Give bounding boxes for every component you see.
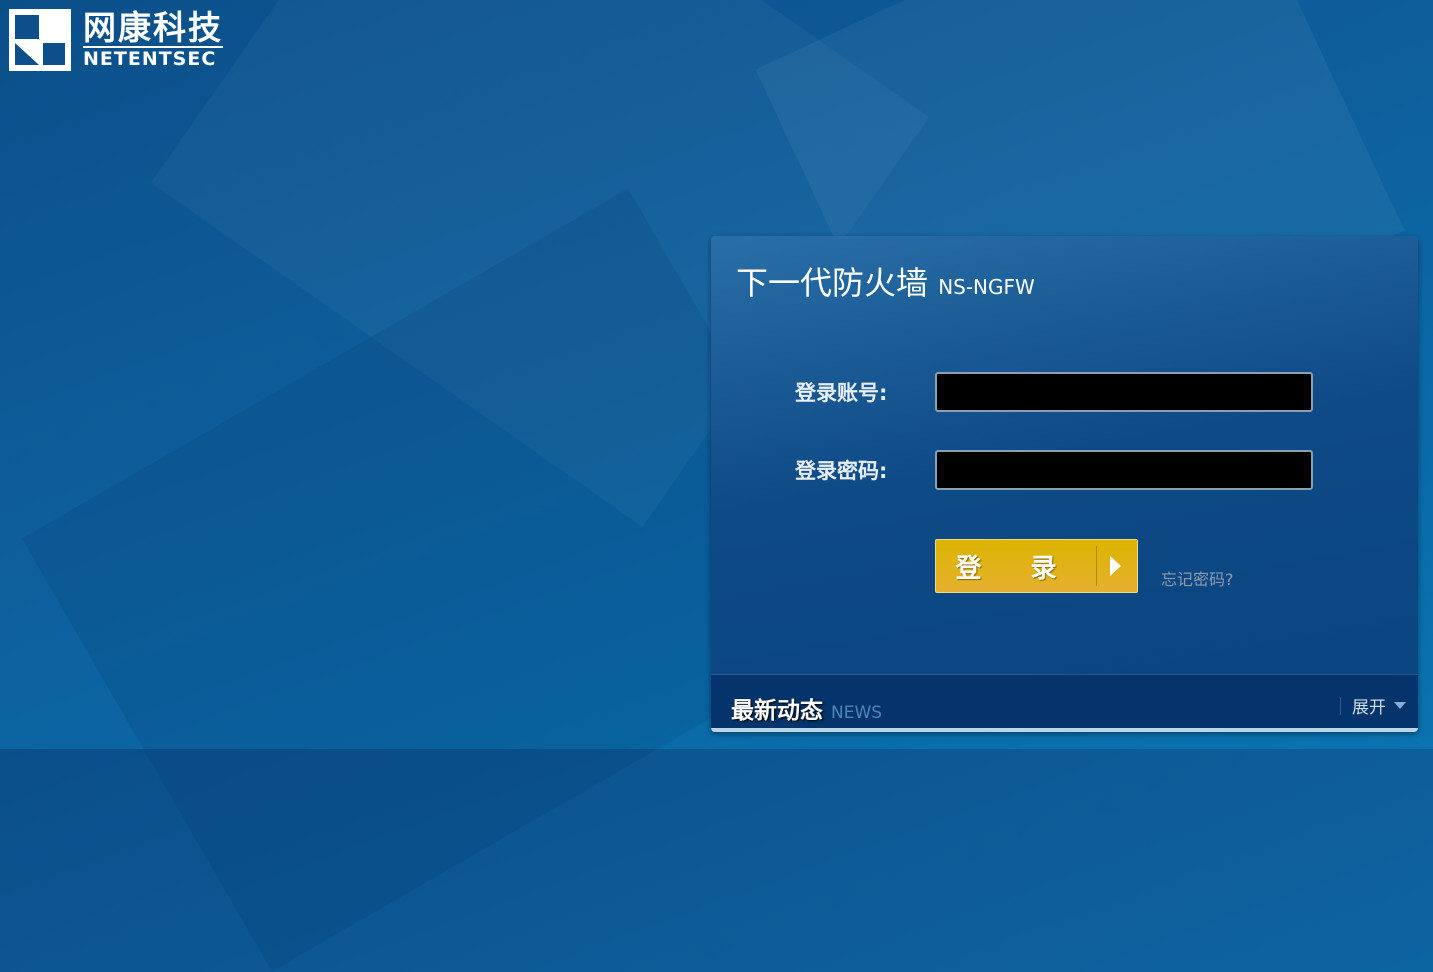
username-label: 登录账号: (795, 381, 888, 405)
password-row: 登录密码: (795, 450, 1313, 490)
login-panel: 下一代防火墙 NS-NGFW 登录账号: 登录密码: 登 录 忘记密码? 最新动… (711, 236, 1418, 732)
button-divider (1096, 546, 1097, 586)
brand-name-en: NETENTSEC (83, 46, 223, 70)
brand-logo: 网康科技 NETENTSEC (9, 9, 223, 71)
login-button-label: 登 录 (955, 553, 1077, 584)
news-title: 最新动态 NEWS (731, 691, 882, 725)
divider (1340, 696, 1341, 715)
product-title: 下一代防火墙 (736, 264, 929, 302)
brand-name-cn: 网康科技 (83, 8, 223, 47)
login-button[interactable]: 登 录 (935, 539, 1138, 593)
forgot-password-link[interactable]: 忘记密码? (1161, 566, 1234, 590)
news-title-en: NEWS (831, 703, 883, 723)
username-input[interactable] (935, 372, 1313, 412)
expand-label: 展开 (1352, 698, 1386, 718)
panel-bottom-edge (711, 728, 1418, 732)
chevron-down-icon (1394, 702, 1406, 709)
news-bar: 最新动态 NEWS 展开 (711, 674, 1418, 729)
password-label: 登录密码: (795, 459, 888, 483)
news-title-cn: 最新动态 (731, 698, 823, 724)
arrow-right-icon (1110, 556, 1121, 576)
product-subtitle: NS-NGFW (938, 275, 1035, 299)
password-input[interactable] (935, 450, 1313, 490)
news-expand-button[interactable]: 展开 (1340, 693, 1406, 718)
panel-title: 下一代防火墙 NS-NGFW (736, 258, 1035, 304)
username-row: 登录账号: (795, 372, 1313, 412)
logo-mark-icon (9, 9, 71, 71)
